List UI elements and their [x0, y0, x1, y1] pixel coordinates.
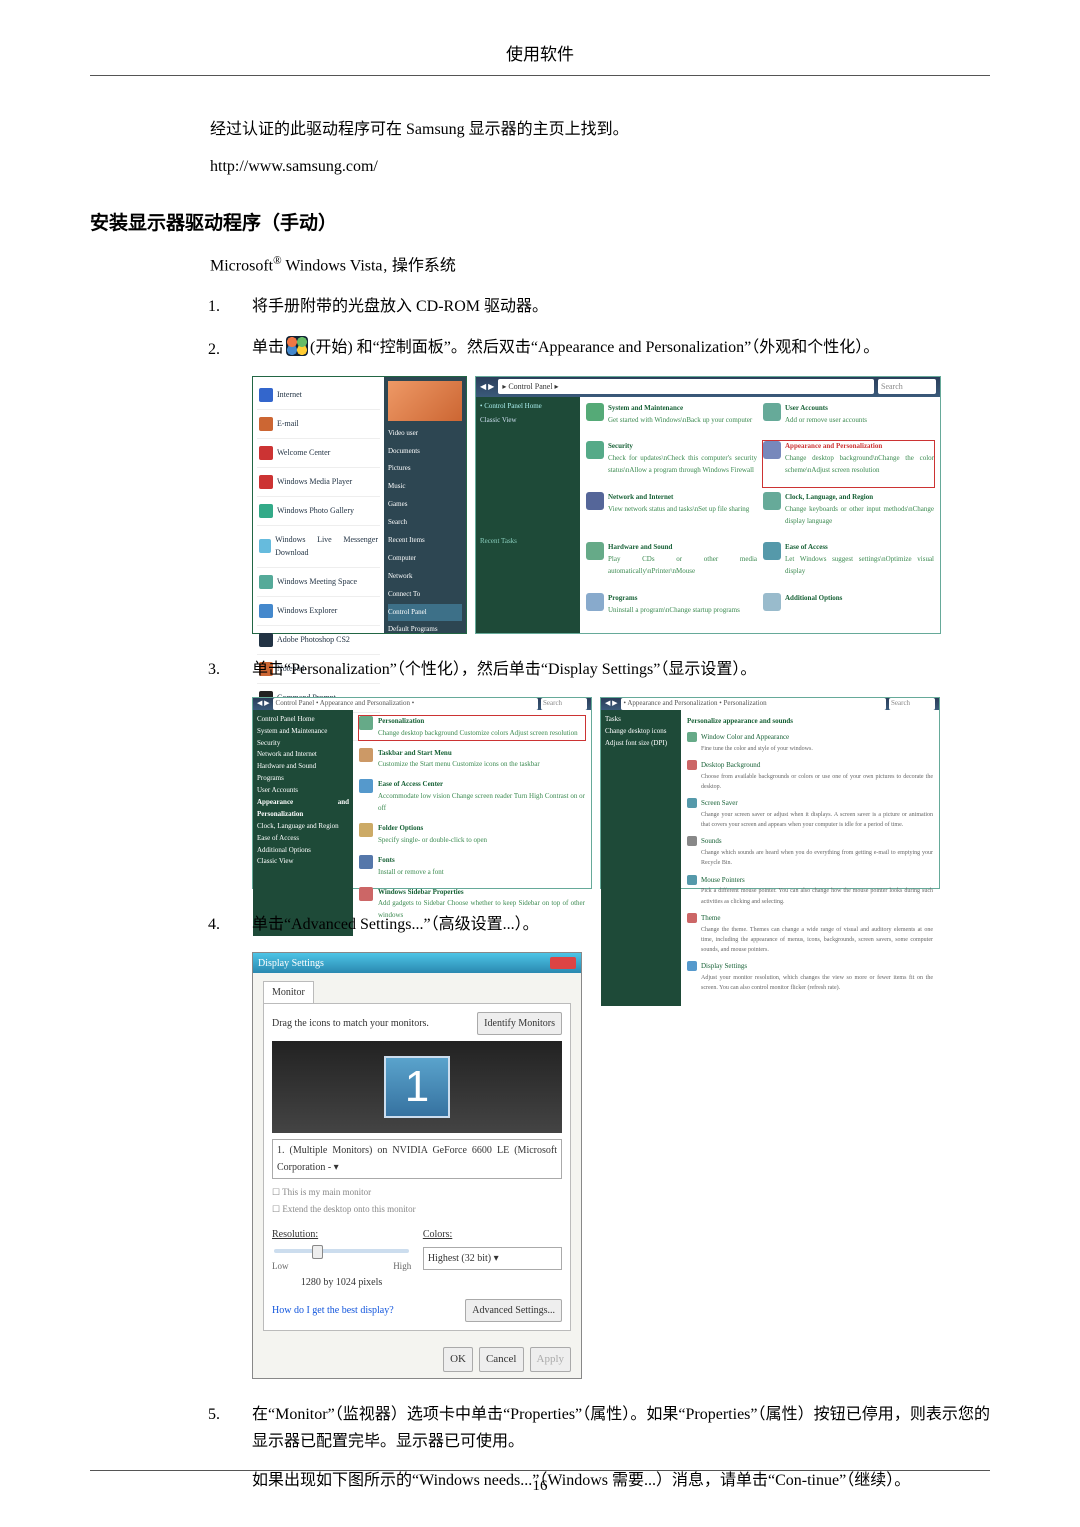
- dialog-title: Display Settings: [258, 955, 324, 972]
- extend-desktop-checkbox: ☐ Extend the desktop onto this monitor: [272, 1202, 562, 1217]
- identify-monitors-button[interactable]: Identify Monitors: [477, 1012, 562, 1035]
- step-1: 将手册附带的光盘放入 CD-ROM 驱动器。: [208, 293, 990, 320]
- step-4: 单击“Advanced Settings...”（高级设置...）。 Displ…: [208, 911, 990, 1379]
- resolution-value: 1280 by 1024 pixels: [272, 1274, 411, 1291]
- step-1-text: 将手册附带的光盘放入 CD-ROM 驱动器。: [252, 298, 548, 315]
- start-menu: Internet E-mail Welcome Center Windows M…: [252, 376, 467, 634]
- figure-2: ◀ ▶Control Panel • Appearance and Person…: [252, 697, 990, 889]
- close-icon[interactable]: [550, 957, 576, 969]
- step-3-text: 单击“Personalization”（个性化），然后单击“Display Se…: [252, 661, 756, 678]
- colors-select[interactable]: Highest (32 bit) ▾: [423, 1247, 562, 1270]
- footer-rule: [90, 1470, 990, 1471]
- step-3: 单击“Personalization”（个性化），然后单击“Display Se…: [208, 656, 990, 889]
- step-4-text: 单击“Advanced Settings...”（高级设置...）。: [252, 916, 539, 933]
- monitor-icon[interactable]: 1: [384, 1056, 450, 1118]
- page-header: 使用软件: [90, 40, 990, 65]
- monitor-select[interactable]: 1. (Multiple Monitors) on NVIDIA GeForce…: [272, 1139, 562, 1179]
- page-number: 16: [0, 1478, 1080, 1495]
- ok-button[interactable]: OK: [443, 1347, 473, 1372]
- step-5-text-1: 在“Monitor”（监视器）选项卡中单击“Properties”（属性）。如果…: [252, 1406, 990, 1450]
- cancel-button[interactable]: Cancel: [479, 1347, 524, 1372]
- main-monitor-checkbox: ☐ This is my main monitor: [272, 1185, 562, 1200]
- os-suffix: Windows Vista‚ 操作系统: [282, 258, 456, 275]
- intro-url: http://www.samsung.com/: [210, 153, 970, 180]
- step-2-text-a: 单击: [252, 339, 284, 356]
- section-heading: 安装显示器驱动程序（手动）: [90, 208, 990, 235]
- start-icon: [286, 336, 308, 356]
- apply-button[interactable]: Apply: [530, 1347, 572, 1372]
- help-link[interactable]: How do I get the best display?: [272, 1302, 394, 1319]
- advanced-settings-button[interactable]: Advanced Settings...: [465, 1299, 562, 1322]
- personalization-panel: ◀ ▶• Appearance and Personalization • Pe…: [600, 697, 940, 889]
- step-2-text-b: (开始) 和“控制面板”。然后双击“Appearance and Persona…: [310, 339, 879, 356]
- tab-monitor[interactable]: Monitor: [263, 981, 314, 1003]
- resolution-label: Resolution:: [272, 1229, 318, 1240]
- os-prefix: Microsoft: [210, 258, 273, 275]
- control-panel-window: ◀ ▶ ▸ Control Panel ▸ Search • Control P…: [475, 376, 941, 634]
- colors-label: Colors:: [423, 1229, 452, 1240]
- os-line: Microsoft® Windows Vista‚ 操作系统: [210, 253, 990, 279]
- figure-1: Internet E-mail Welcome Center Windows M…: [252, 376, 990, 634]
- intro-text-1: 经过认证的此驱动程序可在 Samsung 显示器的主页上找到。: [210, 116, 970, 143]
- resolution-slider[interactable]: [274, 1249, 409, 1253]
- step-2: 单击 (开始) 和“控制面板”。然后双击“Appearance and Perso…: [208, 334, 990, 633]
- display-settings-dialog: Display Settings Monitor Drag the icons …: [252, 952, 582, 1379]
- appearance-panel: ◀ ▶Control Panel • Appearance and Person…: [252, 697, 592, 889]
- header-rule: [90, 75, 990, 76]
- figure-3: Display Settings Monitor Drag the icons …: [252, 952, 990, 1379]
- drag-text: Drag the icons to match your monitors.: [272, 1015, 429, 1032]
